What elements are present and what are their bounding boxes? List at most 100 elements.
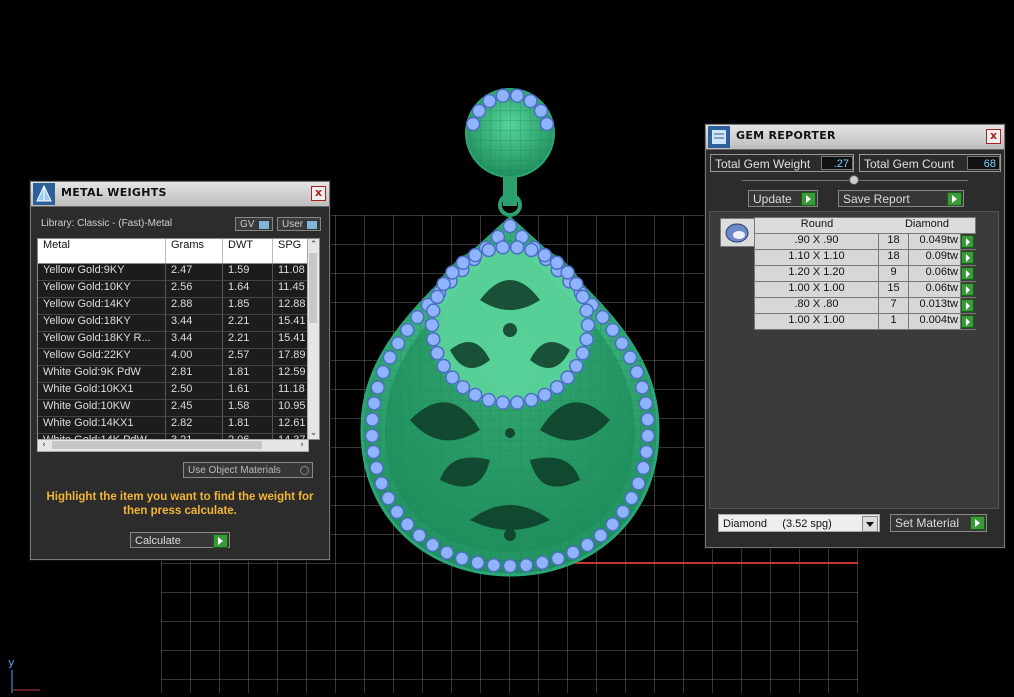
gem-row[interactable]: .80 X .80 7 0.013tw: [754, 298, 976, 314]
col-dwt[interactable]: DWT: [223, 239, 273, 263]
table-cell: 4.00: [166, 349, 223, 365]
gem-cell: 18: [879, 234, 909, 249]
scroll-right-icon[interactable]: ›: [296, 440, 308, 451]
table-cell: Yellow Gold:22KY: [38, 349, 166, 365]
total-gem-count-label: Total Gem Count: [864, 157, 955, 171]
gem-cell: 0.06tw: [909, 282, 961, 297]
diamond-gem-icon[interactable]: [720, 218, 755, 247]
set-material-label: Set Material: [895, 516, 960, 530]
gem-list[interactable]: Round Diamond .90 X .90 18 0.049tw 1.10 X 1…: [709, 211, 999, 509]
gem-cell: 18: [879, 250, 909, 265]
save-report-button[interactable]: Save Report: [838, 190, 964, 207]
table-row[interactable]: Yellow Gold:10KY 2.56 1.64 11.45: [38, 281, 313, 298]
table-row[interactable]: Yellow Gold:18KY 3.44 2.21 15.41: [38, 315, 313, 332]
metal-table-body: Yellow Gold:9KY 2.47 1.59 11.08 Yellow Gold:…: [38, 264, 313, 439]
scroll-up-icon[interactable]: ⌃: [308, 239, 319, 251]
gv-label: GV: [240, 219, 255, 230]
splitter-handle[interactable]: [849, 175, 859, 185]
set-material-button[interactable]: Set Material: [890, 514, 987, 532]
metal-table-header: Metal Grams DWT SPG: [38, 239, 313, 264]
close-icon[interactable]: x: [311, 186, 326, 201]
user-toggle[interactable]: User: [277, 217, 321, 231]
table-cell: 2.47: [166, 264, 223, 280]
gem-row[interactable]: 1.10 X 1.10 18 0.09tw: [754, 250, 976, 266]
table-cell: 2.82: [166, 417, 223, 433]
table-cell: Yellow Gold:10KY: [38, 281, 166, 297]
scroll-left-icon[interactable]: ‹: [38, 440, 50, 451]
play-arrow-icon: [970, 516, 985, 530]
table-row[interactable]: Yellow Gold:18KY R... 3.44 2.21 15.41: [38, 332, 313, 349]
material-select[interactable]: Diamond (3.52 spg): [718, 514, 880, 532]
table-row[interactable]: Yellow Gold:9KY 2.47 1.59 11.08: [38, 264, 313, 281]
hscroll-thumb[interactable]: [52, 441, 262, 449]
table-cell: 2.45: [166, 400, 223, 416]
radio-icon: [300, 466, 309, 475]
metal-table[interactable]: Metal Grams DWT SPG Yellow Gold:9KY 2.47 1…: [37, 238, 320, 440]
table-cell: 1.85: [223, 298, 273, 314]
play-arrow-icon[interactable]: [961, 299, 974, 312]
gem-table: Round Diamond .90 X .90 18 0.049tw 1.10 X 1…: [754, 217, 976, 330]
gem-reporter-titlebar[interactable]: GEM REPORTER x: [706, 125, 1004, 150]
col-metal[interactable]: Metal: [38, 239, 166, 263]
calculate-label: Calculate: [135, 535, 181, 547]
table-cell: 1.81: [223, 366, 273, 382]
gem-row[interactable]: 1.00 X 1.00 1 0.004tw: [754, 314, 976, 330]
table-row[interactable]: Yellow Gold:22KY 4.00 2.57 17.89: [38, 349, 313, 366]
table-cell: 1.81: [223, 417, 273, 433]
update-button[interactable]: Update: [748, 190, 818, 207]
table-row[interactable]: White Gold:14KX1 2.82 1.81 12.61: [38, 417, 313, 434]
gem-cell: 0.013tw: [909, 298, 961, 313]
table-cell: White Gold:14KX1: [38, 417, 166, 433]
table-cell: 1.59: [223, 264, 273, 280]
table-cell: Yellow Gold:9KY: [38, 264, 166, 280]
scroll-thumb[interactable]: [309, 253, 317, 323]
calculate-button[interactable]: Calculate: [130, 532, 230, 548]
gem-row[interactable]: 1.20 X 1.20 9 0.06tw: [754, 266, 976, 282]
play-arrow-icon[interactable]: [961, 315, 974, 328]
table-cell: 2.88: [166, 298, 223, 314]
total-gem-weight-label: Total Gem Weight: [715, 157, 811, 171]
table-cell: White Gold:10KX1: [38, 383, 166, 399]
gem-cell: 1.10 X 1.10: [755, 250, 879, 265]
table-cell: White Gold:10KW: [38, 400, 166, 416]
horizontal-scrollbar[interactable]: ‹ ›: [37, 439, 309, 452]
table-cell: 1.58: [223, 400, 273, 416]
gem-table-body: .90 X .90 18 0.049tw 1.10 X 1.10 18 0.09tw 1.2…: [754, 234, 976, 330]
total-gem-weight-value: .27: [821, 156, 853, 170]
table-cell: Yellow Gold:14KY: [38, 298, 166, 314]
vertical-scrollbar[interactable]: ⌃ ⌄: [307, 239, 319, 439]
gem-cell: 9: [879, 266, 909, 281]
table-cell: 2.21: [223, 332, 273, 348]
play-arrow-icon[interactable]: [961, 235, 974, 248]
use-object-materials-label: Use Object Materials: [188, 465, 281, 476]
table-row[interactable]: White Gold:10KW 2.45 1.58 10.95: [38, 400, 313, 417]
gem-row[interactable]: 1.00 X 1.00 15 0.06tw: [754, 282, 976, 298]
user-label: User: [282, 219, 304, 230]
table-cell: 1.61: [223, 383, 273, 399]
table-row[interactable]: White Gold:9K PdW 2.81 1.81 12.59: [38, 366, 313, 383]
table-cell: 3.44: [166, 332, 223, 348]
table-cell: 3.44: [166, 315, 223, 331]
close-icon[interactable]: x: [986, 129, 1001, 144]
table-cell: 2.56: [166, 281, 223, 297]
gem-cell: .80 X .80: [755, 298, 879, 313]
gem-cell: 1.00 X 1.00: [755, 314, 879, 329]
col-round: Round: [800, 218, 834, 230]
play-arrow-icon: [213, 534, 228, 548]
scroll-down-icon[interactable]: ⌄: [308, 427, 319, 439]
use-object-materials-toggle[interactable]: Use Object Materials: [183, 462, 313, 478]
gv-toggle[interactable]: GV: [235, 217, 273, 231]
gem-cell: 1: [879, 314, 909, 329]
table-row[interactable]: Yellow Gold:14KY 2.88 1.85 12.88: [38, 298, 313, 315]
col-grams[interactable]: Grams: [166, 239, 223, 263]
total-gem-weight-field: Total Gem Weight .27: [710, 154, 854, 172]
metal-weights-titlebar[interactable]: METAL WEIGHTS x: [31, 182, 329, 207]
play-arrow-icon: [801, 192, 816, 206]
play-arrow-icon[interactable]: [961, 251, 974, 264]
play-arrow-icon[interactable]: [961, 283, 974, 296]
save-report-label: Save Report: [843, 192, 910, 206]
table-row[interactable]: White Gold:10KX1 2.50 1.61 11.18: [38, 383, 313, 400]
play-arrow-icon[interactable]: [961, 267, 974, 280]
gem-row[interactable]: .90 X .90 18 0.049tw: [754, 234, 976, 250]
gem-cell: 0.06tw: [909, 266, 961, 281]
